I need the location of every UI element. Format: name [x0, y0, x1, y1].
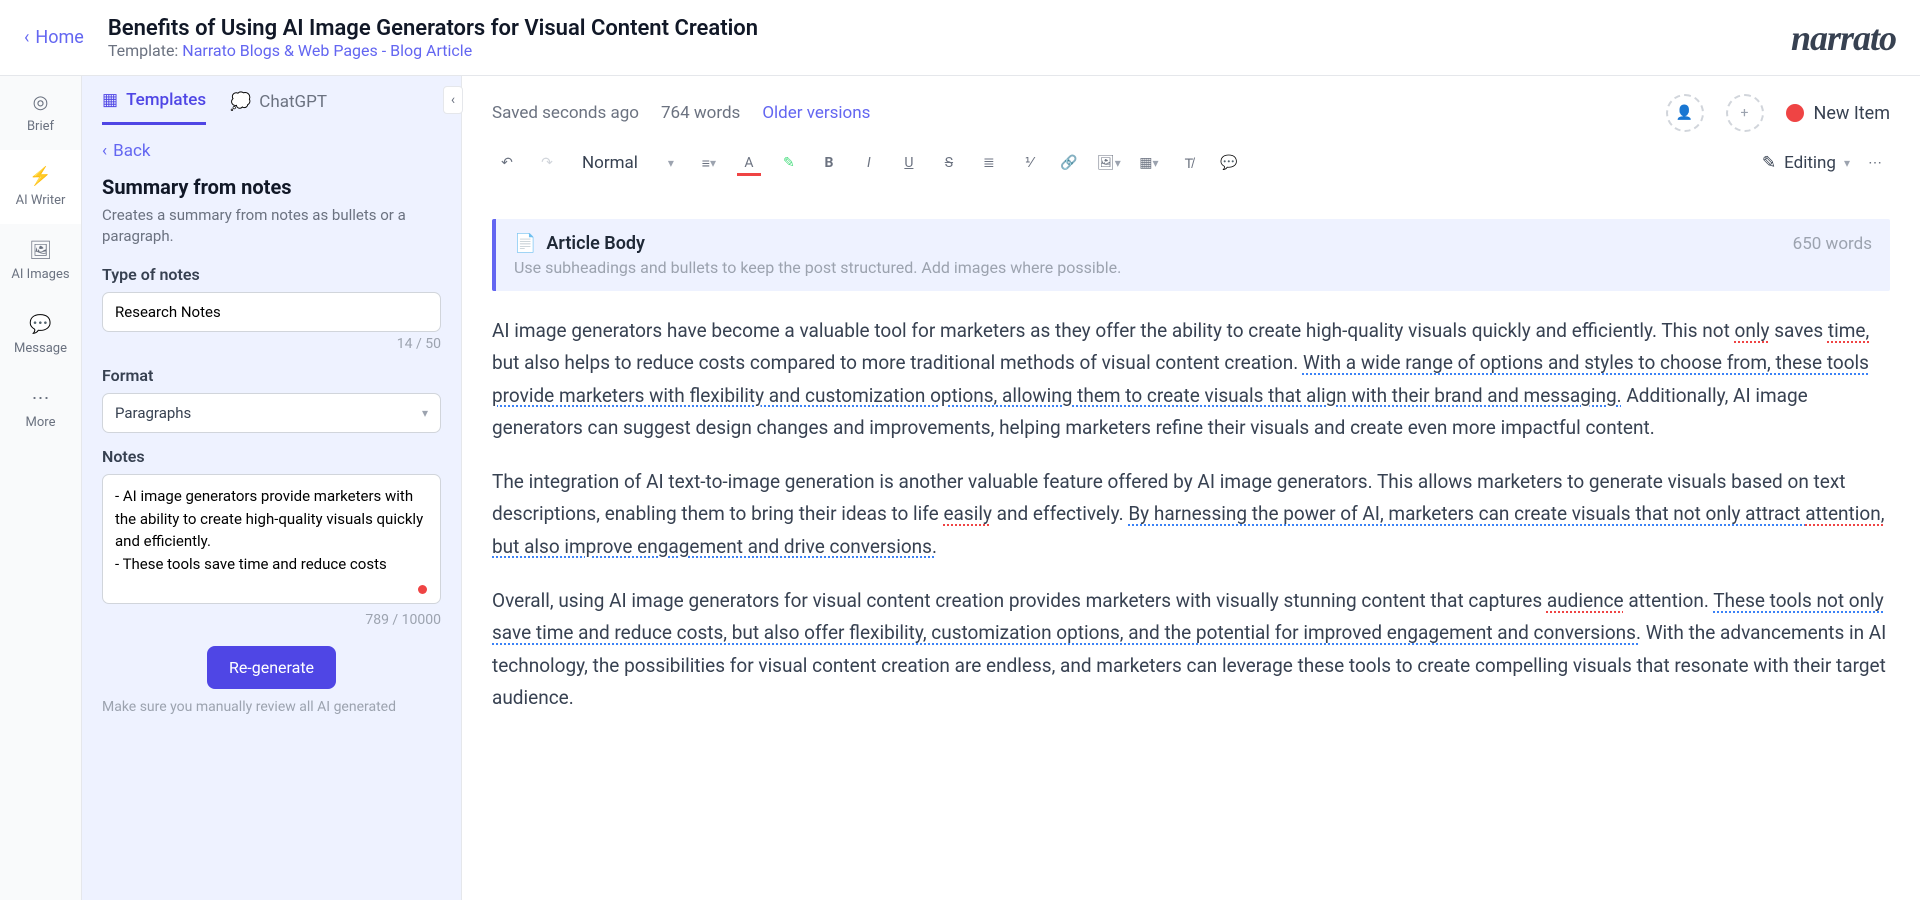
user-plus-icon: 👤 [1676, 105, 1693, 121]
spellcheck-mark[interactable]: time, [1828, 319, 1869, 342]
image-button[interactable]: 🖼 ▾ [1094, 148, 1124, 178]
panel-section-desc: Creates a summary from notes as bullets … [102, 205, 441, 247]
image-icon: 🖼 [29, 240, 52, 261]
block-word-count: 650 words [1793, 234, 1872, 254]
text-color-button[interactable]: A [734, 148, 764, 178]
bolt-icon: ⚡ [29, 166, 51, 187]
topbar: ‹ Home Benefits of Using AI Image Genera… [0, 0, 1920, 76]
undo-button[interactable]: ↶ [492, 148, 522, 178]
home-link[interactable]: ‹ Home [24, 27, 84, 48]
document-icon: 📄 [514, 233, 536, 254]
rail-ai-images[interactable]: 🖼AI Images [0, 224, 81, 298]
page-title: Benefits of Using AI Image Generators fo… [108, 16, 758, 41]
rail-brief[interactable]: ◎Brief [0, 76, 81, 150]
target-icon: ◎ [33, 92, 49, 113]
grammar-mark[interactable]: By harnessing the power of AI, marketers… [1128, 502, 1805, 525]
italic-button[interactable]: I [854, 148, 884, 178]
tab-chatgpt[interactable]: 💭ChatGPT [230, 90, 327, 125]
template-line: Template: Narrato Blogs & Web Pages - Bl… [108, 41, 758, 60]
block-hint: Use subheadings and bullets to keep the … [514, 258, 1872, 277]
article-body-text[interactable]: AI image generators have become a valuab… [492, 315, 1890, 714]
plus-icon: + [1741, 105, 1749, 121]
rail-message[interactable]: 💬Message [0, 298, 81, 372]
bullet-list-button[interactable]: ≣ [974, 148, 1004, 178]
chevron-down-icon: ▾ [1844, 156, 1850, 170]
align-button[interactable]: ≡ ▾ [694, 148, 724, 178]
type-counter: 14 / 50 [102, 336, 441, 352]
redo-button[interactable]: ↷ [532, 148, 562, 178]
collapse-panel-button[interactable]: ‹ [443, 86, 463, 114]
chevron-left-icon: ‹ [451, 92, 455, 108]
comment-button[interactable]: 💬 [1214, 148, 1244, 178]
notes-label: Notes [102, 447, 441, 466]
logo: narrato [1791, 17, 1896, 59]
editing-mode-select[interactable]: ✎Editing▾ [1762, 153, 1850, 173]
editor-area: Saved seconds ago 764 words Older versio… [462, 76, 1920, 900]
link-button[interactable]: 🔗 [1054, 148, 1084, 178]
grammar-mark[interactable]: but also improve engagement and drive co… [492, 535, 937, 558]
numbered-list-button[interactable]: ⅟ [1014, 148, 1044, 178]
older-versions-link[interactable]: Older versions [762, 103, 870, 123]
home-label: Home [35, 27, 83, 48]
paragraph-style-select[interactable]: Normal▾ [572, 149, 684, 177]
add-user-button[interactable]: 👤 [1666, 94, 1704, 132]
spellcheck-mark[interactable]: audience [1547, 589, 1624, 612]
strike-button[interactable]: S [934, 148, 964, 178]
new-item-status[interactable]: New Item [1786, 103, 1891, 124]
spellcheck-mark[interactable]: attention, [1805, 502, 1884, 525]
format-select[interactable]: Paragraphs ▾ [102, 393, 441, 433]
more-toolbar-button[interactable]: ⋯ [1860, 148, 1890, 178]
chat-icon: 💭 [230, 92, 251, 112]
back-link[interactable]: ‹Back [102, 141, 441, 161]
regenerate-button[interactable]: Re-generate [207, 646, 336, 689]
chevron-down-icon: ▾ [668, 156, 674, 170]
saved-status: Saved seconds ago [492, 103, 639, 123]
notes-textarea[interactable] [102, 474, 441, 604]
chevron-down-icon: ▾ [422, 406, 428, 420]
pencil-icon: ✎ [1762, 153, 1776, 173]
left-rail: ◎Brief ⚡AI Writer 🖼AI Images 💬Message ⋯M… [0, 76, 82, 900]
type-of-notes-input[interactable] [102, 292, 441, 332]
editor-toolbar: ↶ ↷ Normal▾ ≡ ▾ A ✎ B I U S ≣ ⅟ 🔗 🖼 ▾ ▦ … [462, 140, 1920, 195]
highlight-button[interactable]: ✎ [774, 148, 804, 178]
add-circle-button[interactable]: + [1726, 94, 1764, 132]
dots-icon: ⋯ [32, 388, 50, 409]
type-label: Type of notes [102, 265, 441, 284]
status-dot-icon [1786, 104, 1804, 122]
panel-section-title: Summary from notes [102, 175, 441, 199]
message-icon: 💬 [29, 314, 51, 335]
grid-icon: ▦ [102, 90, 118, 110]
side-panel: ▦Templates 💭ChatGPT ‹ ‹Back Summary from… [82, 76, 462, 900]
bold-button[interactable]: B [814, 148, 844, 178]
error-dot-icon [418, 585, 427, 594]
article-body-block-header: 📄Article Body 650 words Use subheadings … [492, 219, 1890, 291]
ai-disclaimer: Make sure you manually review all AI gen… [102, 699, 441, 715]
rail-ai-writer[interactable]: ⚡AI Writer [0, 150, 81, 224]
word-count: 764 words [661, 103, 740, 123]
table-button[interactable]: ▦ ▾ [1134, 148, 1164, 178]
underline-button[interactable]: U [894, 148, 924, 178]
spellcheck-mark[interactable]: only [1735, 319, 1770, 342]
chevron-left-icon: ‹ [24, 27, 29, 48]
format-label: Format [102, 366, 441, 385]
tab-templates[interactable]: ▦Templates [102, 90, 206, 125]
chevron-left-icon: ‹ [102, 141, 107, 161]
notes-counter: 789 / 10000 [102, 612, 441, 628]
template-link[interactable]: Narrato Blogs & Web Pages - Blog Article [182, 41, 472, 60]
rail-more[interactable]: ⋯More [0, 372, 81, 446]
spellcheck-mark[interactable]: easily [943, 502, 991, 525]
clear-format-button[interactable]: T̸ [1174, 148, 1204, 178]
